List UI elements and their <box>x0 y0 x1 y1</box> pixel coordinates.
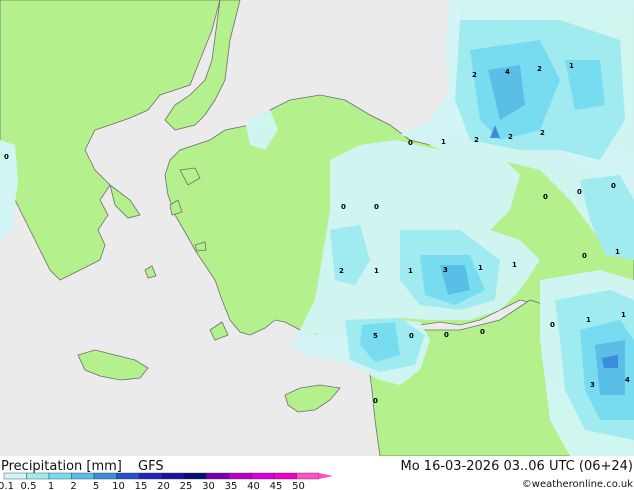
legend-tick-label: 40 <box>247 481 260 490</box>
legend-tick-label: 10 <box>112 481 125 490</box>
legend-color-swatch <box>228 472 252 480</box>
value-label: 4 <box>505 68 510 76</box>
value-label: 2 <box>537 65 542 73</box>
legend-tick-label: 1 <box>48 481 54 490</box>
value-label: 0 <box>480 328 485 336</box>
model-name: GFS <box>138 459 164 474</box>
value-label: 1 <box>478 264 483 272</box>
value-label: 0 <box>409 332 414 340</box>
value-label: 2 <box>339 267 344 275</box>
value-label: 3 <box>590 381 595 389</box>
legend-tick-label: 20 <box>157 481 170 490</box>
value-label: 1 <box>621 311 626 319</box>
legend-color-swatch <box>138 472 162 480</box>
legend-tick-label: 0.5 <box>21 481 37 490</box>
legend-color-swatch <box>93 472 117 480</box>
value-label: 1 <box>441 138 446 146</box>
legend-tick-label: 45 <box>270 481 283 490</box>
value-label: 2 <box>508 133 513 141</box>
value-label: 2 <box>540 129 545 137</box>
value-label: 0 <box>444 331 449 339</box>
legend-arrow <box>319 473 333 479</box>
legend-tick-label: 15 <box>135 481 148 490</box>
map-footer: Precipitation [mm] GFS Mo 16-03-2026 03.… <box>0 456 634 490</box>
value-label: 0 <box>577 188 582 196</box>
legend-tick-labels: 0.1 0.5 1 2 5 10 15 20 25 30 35 40 45 50 <box>0 481 305 490</box>
value-label: 0 <box>550 321 555 329</box>
legend-color-swatch <box>71 472 95 480</box>
legend-tick-label: 30 <box>202 481 215 490</box>
forecast-datetime: Mo 16-03-2026 03..06 UTC (06+24) <box>401 459 634 474</box>
value-label: 0 <box>582 252 587 260</box>
value-label: 0 <box>341 203 346 211</box>
legend-color-swatch <box>48 472 72 480</box>
legend-color-scale <box>3 472 333 480</box>
value-label: 1 <box>586 316 591 324</box>
legend-color-swatch <box>161 472 185 480</box>
legend-color-swatch <box>116 472 140 480</box>
value-label: 3 <box>443 266 448 274</box>
legend-tick-label: 2 <box>70 481 76 490</box>
legend-tick-label: 0.1 <box>0 481 14 490</box>
value-label: 1 <box>512 261 517 269</box>
legend-color-swatch <box>206 472 230 480</box>
legend-tick-label: 50 <box>292 481 305 490</box>
value-label: 1 <box>569 62 574 70</box>
precipitation-map: 2 4 2 1 0 1 2 2 2 0 0 0 0 0 2 1 1 3 1 1 … <box>0 0 634 456</box>
map-title: Precipitation [mm] <box>1 459 122 474</box>
credit-link[interactable]: ©weatheronline.co.uk <box>522 479 633 490</box>
value-label: 0 <box>4 153 9 161</box>
value-label: 0 <box>543 193 548 201</box>
value-label: 4 <box>625 376 630 384</box>
value-label: 2 <box>472 71 477 79</box>
value-label: 0 <box>374 203 379 211</box>
legend-color-swatch <box>183 472 207 480</box>
legend-color-swatch <box>3 472 27 480</box>
legend-color-swatch <box>26 472 50 480</box>
value-label: 0 <box>408 139 413 147</box>
legend-color-swatch <box>273 472 297 480</box>
legend-tick-label: 35 <box>225 481 238 490</box>
legend-tick-label: 5 <box>93 481 99 490</box>
value-label: 0 <box>373 397 378 405</box>
value-label: 5 <box>373 332 378 340</box>
value-label: 0 <box>611 182 616 190</box>
legend-color-swatch <box>296 472 320 480</box>
value-label: 1 <box>408 267 413 275</box>
legend-tick-label: 25 <box>180 481 193 490</box>
value-label: 2 <box>474 136 479 144</box>
legend-color-swatch <box>251 472 275 480</box>
value-label: 1 <box>615 248 620 256</box>
value-label: 1 <box>374 267 379 275</box>
